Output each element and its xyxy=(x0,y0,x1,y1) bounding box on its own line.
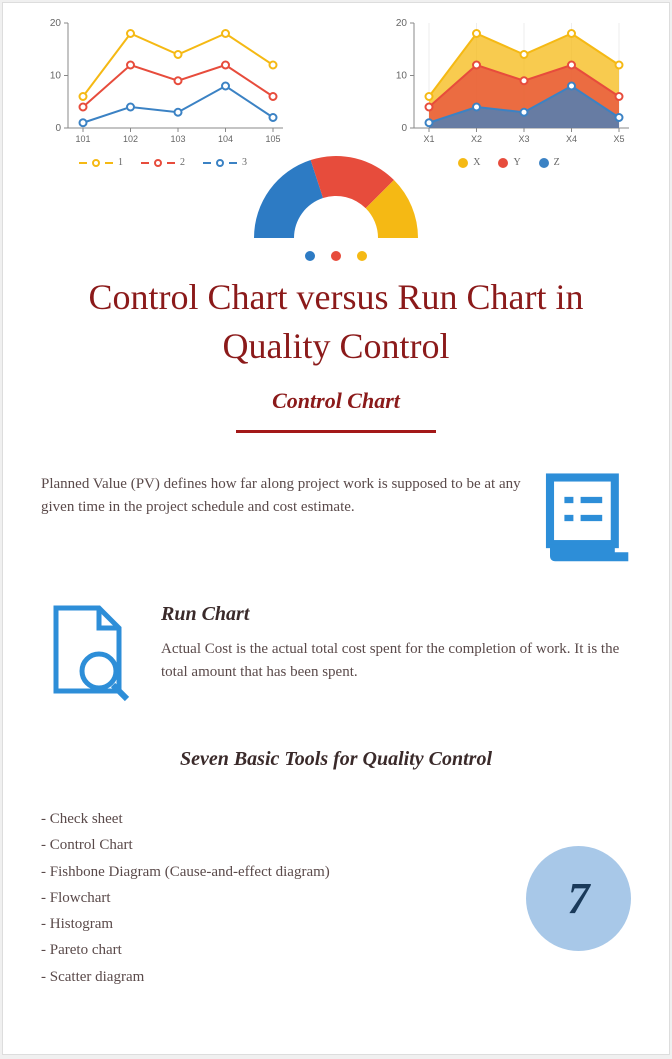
document-search-icon xyxy=(41,603,141,703)
gauge-chart xyxy=(3,153,669,243)
svg-text:X3: X3 xyxy=(518,134,529,144)
dot-yellow xyxy=(357,251,367,261)
control-chart-text: Planned Value (PV) defines how far along… xyxy=(41,473,521,518)
svg-text:0: 0 xyxy=(401,123,407,134)
svg-text:20: 20 xyxy=(50,18,62,29)
svg-text:10: 10 xyxy=(50,71,62,82)
document-page: 01020101102103104105 123 01020X1X2X3X4X5… xyxy=(2,2,670,1055)
tools-list-item: - Scatter diagram xyxy=(41,964,506,990)
svg-text:102: 102 xyxy=(123,134,138,144)
main-title: Control Chart versus Run Chart in Qualit… xyxy=(3,261,669,370)
svg-text:0: 0 xyxy=(55,123,61,134)
svg-text:104: 104 xyxy=(218,134,233,144)
tools-list: - Check sheet- Control Chart- Fishbone D… xyxy=(41,806,506,990)
svg-text:X2: X2 xyxy=(471,134,482,144)
run-chart-text: Actual Cost is the actual total cost spe… xyxy=(161,638,631,683)
svg-text:101: 101 xyxy=(75,134,90,144)
count-badge: 7 xyxy=(526,846,631,951)
tools-list-item: - Histogram xyxy=(41,911,506,937)
seven-tools-heading: Seven Basic Tools for Quality Control xyxy=(3,748,669,771)
dot-red xyxy=(331,251,341,261)
dots-row xyxy=(3,251,669,261)
divider xyxy=(236,430,436,433)
tools-list-item: - Control Chart xyxy=(41,832,506,858)
svg-text:X1: X1 xyxy=(423,134,434,144)
control-chart-section: Planned Value (PV) defines how far along… xyxy=(3,473,669,603)
control-chart-heading: Control Chart xyxy=(3,388,669,414)
svg-text:10: 10 xyxy=(396,71,408,82)
run-chart-heading: Run Chart xyxy=(161,603,631,626)
tools-list-item: - Flowchart xyxy=(41,885,506,911)
dot-blue xyxy=(305,251,315,261)
svg-text:X4: X4 xyxy=(566,134,577,144)
svg-text:103: 103 xyxy=(170,134,185,144)
document-list-icon xyxy=(541,473,631,563)
tools-list-item: - Fishbone Diagram (Cause-and-effect dia… xyxy=(41,859,506,885)
svg-text:20: 20 xyxy=(396,18,408,29)
tools-section: - Check sheet- Control Chart- Fishbone D… xyxy=(3,806,669,990)
svg-text:X5: X5 xyxy=(613,134,624,144)
run-chart-section: Run Chart Actual Cost is the actual tota… xyxy=(3,603,669,743)
tools-list-item: - Check sheet xyxy=(41,806,506,832)
svg-text:105: 105 xyxy=(265,134,280,144)
tools-list-item: - Pareto chart xyxy=(41,937,506,963)
